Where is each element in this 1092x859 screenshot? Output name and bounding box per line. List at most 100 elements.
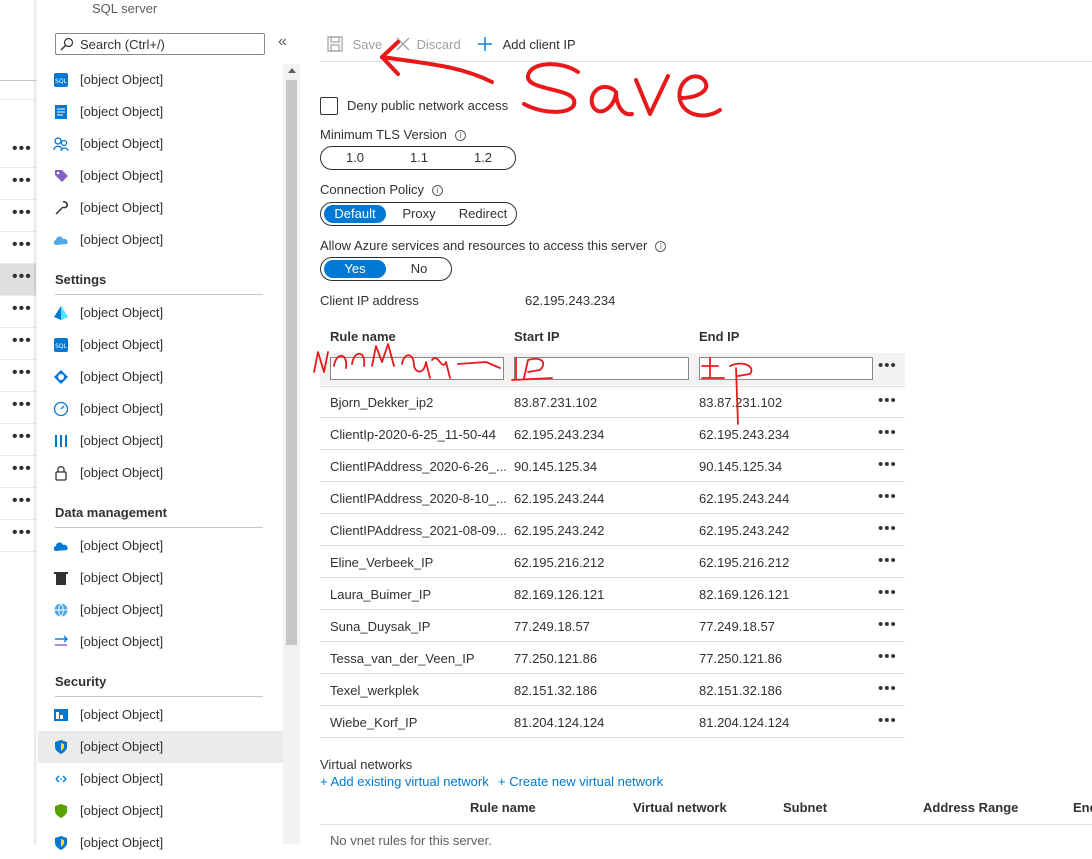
vnet-header-end: End [1073,800,1092,815]
more-options-icon[interactable]: ••• [12,525,32,541]
more-options-icon[interactable]: ••• [12,269,32,285]
menu-item-import-export-history[interactable]: [object Object] [38,626,283,658]
client-ip-label: Client IP address [320,293,419,308]
collapse-menu-icon[interactable]: « [278,33,287,51]
menu-item-label: [object Object] [80,707,164,722]
policy-option-default[interactable]: Default [324,205,386,223]
create-new-vnet-link[interactable]: + Create new virtual network [498,774,663,789]
more-options-icon[interactable]: ••• [12,461,32,477]
more-options-icon[interactable]: ••• [12,493,32,509]
menu-item-private-endpoint-connections[interactable]: [object Object] [38,763,283,795]
menu-item-activity-log[interactable]: [object Object] [38,96,283,128]
menu-item-quick-start[interactable]: [object Object] [38,224,283,256]
scrollbar-thumb[interactable] [286,80,297,645]
more-options-icon[interactable]: ••• [878,357,897,374]
deny-public-checkbox[interactable] [320,97,338,115]
info-icon[interactable]: i [655,241,667,252]
menu-item-label: [object Object] [80,803,164,818]
end-ip-cell: 81.204.124.124 [699,715,790,730]
info-icon[interactable]: i [454,130,466,141]
resource-row[interactable]: ••• [0,264,36,296]
resource-row[interactable]: ••• [0,392,36,424]
menu-item-transparent-data-encryption[interactable]: [object Object] [38,827,283,859]
allow-azure-option-no[interactable]: No [388,260,450,278]
add-client-ip-button[interactable]: Add client IP [477,36,576,52]
menu-item-firewalls-and-virtual-networks[interactable]: [object Object] [38,731,283,763]
new-end-ip-input[interactable] [699,357,873,380]
more-options-icon[interactable]: ••• [878,456,897,473]
sql-icon: SQL [53,337,69,353]
resource-row[interactable]: ••• [0,360,36,392]
menu-item-properties[interactable]: [object Object] [38,425,283,457]
menu-item-label: [object Object] [80,401,164,416]
menu-item-diagnose-and-solve-problems[interactable]: [object Object] [38,192,283,224]
menu-item-overview[interactable]: SQL [object Object] [38,64,283,96]
resource-row[interactable]: ••• [0,456,36,488]
more-options-icon[interactable]: ••• [878,680,897,697]
vnet-header-rule-name: Rule name [470,800,536,815]
vnet-divider [320,824,1092,825]
menu-item-locks[interactable]: [object Object] [38,457,283,489]
resource-row[interactable]: ••• [0,200,36,232]
menu-item-access-control-iam[interactable]: [object Object] [38,128,283,160]
info-icon[interactable]: i [432,185,444,196]
policy-option-redirect[interactable]: Redirect [452,205,514,223]
allow-azure-option-yes[interactable]: Yes [324,260,386,278]
policy-option-proxy[interactable]: Proxy [388,205,450,223]
add-existing-vnet-link[interactable]: + Add existing virtual network [320,774,489,789]
menu-item-label: [object Object] [80,771,164,786]
tls-option-1-2[interactable]: 1.2 [452,149,514,167]
more-options-icon[interactable]: ••• [878,520,897,537]
resource-row[interactable]: ••• [0,232,36,264]
scroll-up-icon[interactable] [288,68,296,73]
menu-scrollbar[interactable] [283,64,300,844]
save-button[interactable]: Save [327,36,382,52]
menu-item-auditing[interactable]: [object Object] [38,699,283,731]
menu-search-input[interactable]: Search (Ctrl+/) [55,33,265,55]
more-options-icon[interactable]: ••• [878,424,897,441]
more-options-icon[interactable]: ••• [878,616,897,633]
more-options-icon[interactable]: ••• [878,584,897,601]
menu-item-sql-databases[interactable]: SQL [object Object] [38,329,283,361]
menu-item-tags[interactable]: [object Object] [38,160,283,192]
annotation-letter-s [522,62,580,114]
menu-item-sql-elastic-pools[interactable]: [object Object] [38,361,283,393]
resource-row[interactable]: ••• [0,328,36,360]
more-options-icon[interactable]: ••• [12,173,32,189]
resource-row[interactable]: ••• [0,488,36,520]
new-rule-name-input[interactable] [330,357,504,380]
tls-option-1-0[interactable]: 1.0 [324,149,386,167]
resource-row[interactable]: ••• [0,296,36,328]
more-options-icon[interactable]: ••• [12,333,32,349]
menu-item-dtu-quota[interactable]: [object Object] [38,393,283,425]
column-header-end-ip: End IP [699,329,740,344]
menu-section-title: Settings [55,272,107,287]
menu-item-deleted-databases[interactable]: [object Object] [38,562,283,594]
annotation-letter-e [677,74,722,118]
menu-item-failover-groups[interactable]: [object Object] [38,594,283,626]
more-options-icon[interactable]: ••• [878,712,897,729]
end-ip-cell: 62.195.243.242 [699,523,790,538]
more-options-icon[interactable]: ••• [12,237,32,253]
more-options-icon[interactable]: ••• [12,365,32,381]
more-options-icon[interactable]: ••• [878,392,897,409]
resource-row[interactable]: ••• [0,136,36,168]
menu-item-azure-active-directory[interactable]: [object Object] [38,297,283,329]
more-options-icon[interactable]: ••• [12,301,32,317]
menu-item-backups[interactable]: [object Object] [38,530,283,562]
tls-option-1-1[interactable]: 1.1 [388,149,450,167]
more-options-icon[interactable]: ••• [12,141,32,157]
menu-section-divider [55,294,263,295]
more-options-icon[interactable]: ••• [12,397,32,413]
menu-item-microsoft-defender-for-cloud[interactable]: [object Object] [38,795,283,827]
new-start-ip-input[interactable] [514,357,689,380]
discard-button[interactable]: Discard [395,36,461,52]
more-options-icon[interactable]: ••• [878,488,897,505]
resource-row[interactable]: ••• [0,424,36,456]
resource-row[interactable]: ••• [0,168,36,200]
more-options-icon[interactable]: ••• [878,552,897,569]
resource-row[interactable]: ••• [0,520,36,552]
more-options-icon[interactable]: ••• [878,648,897,665]
more-options-icon[interactable]: ••• [12,429,32,445]
more-options-icon[interactable]: ••• [12,205,32,221]
